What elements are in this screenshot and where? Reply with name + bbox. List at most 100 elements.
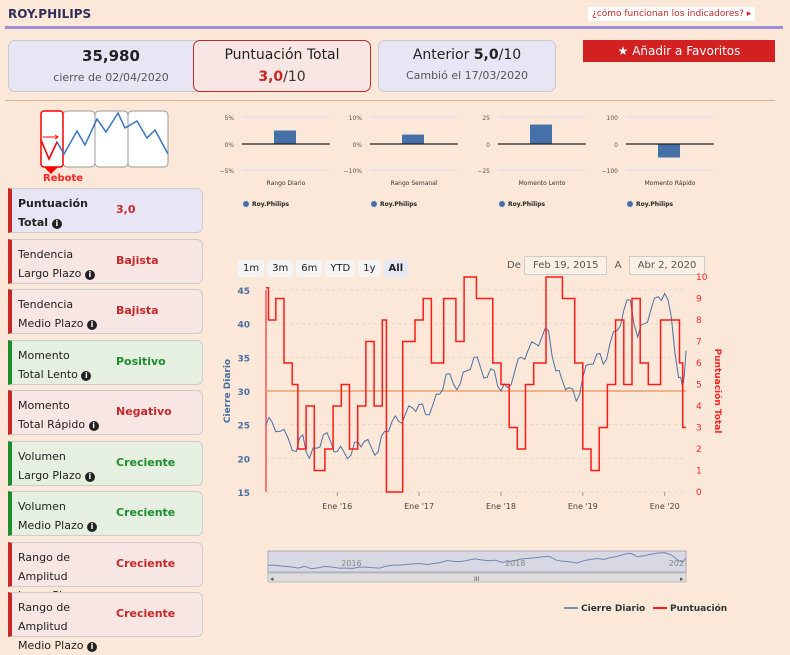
x-tick-label: Ene '16	[322, 502, 352, 511]
indicator-card[interactable]: Momento Total Lento i Positivo	[8, 339, 203, 385]
help-link[interactable]: ¿cómo funcionan los indicadores? ▸	[588, 7, 756, 21]
indicator-card[interactable]: Volumen Largo Plazo i Creciente	[8, 440, 203, 486]
y-tick-label: 5%	[224, 115, 234, 122]
x-category-label: Rango Diario	[267, 180, 306, 187]
indicator-sublabel: Medio Plazo	[18, 639, 84, 652]
add-favorites-button[interactable]: ★ Añadir a Favoritos	[583, 40, 775, 62]
legend-label: Puntuación	[670, 603, 727, 614]
indicator-label: Momento	[18, 348, 70, 362]
indicator-sublabel: Medio Plazo	[18, 519, 84, 532]
page-title: ROY.PHILIPS	[8, 7, 92, 21]
indicator-card[interactable]: Volumen Medio Plazo i Creciente	[8, 491, 203, 536]
info-icon[interactable]: i	[84, 471, 95, 482]
y-tick-label: 0%	[352, 142, 362, 149]
indicator-card[interactable]: Momento Total Rápido i Negativo	[8, 390, 203, 435]
scroll-right-icon: ▸	[680, 575, 684, 583]
indicator-value: Creciente	[116, 607, 176, 620]
indicator-sublabel: Largo Plazo	[18, 468, 82, 482]
x-category-label: Momento Lento	[519, 180, 566, 187]
info-icon[interactable]: i	[51, 219, 62, 229]
indicator-value: Negativo	[116, 405, 172, 418]
y-tick-label: 0	[486, 142, 490, 149]
x-tick-label: Ene '20	[650, 502, 680, 511]
bar	[658, 144, 680, 158]
y2-tick-label: 5	[696, 381, 702, 391]
legend-label: Roy.Philips	[252, 201, 290, 208]
y2-tick-label: 2	[696, 445, 702, 455]
bar	[530, 124, 552, 144]
y-tick-label: 100	[607, 115, 619, 122]
y2-tick-label: 0	[696, 488, 702, 498]
legend-marker	[627, 201, 633, 207]
y-tick-label: 25	[237, 422, 250, 432]
info-icon[interactable]: i	[84, 269, 95, 280]
score-max: /10	[283, 69, 306, 85]
y-tick-label: −10%	[344, 168, 363, 175]
prev-max: /10	[498, 47, 522, 63]
y-tick-label: −25	[477, 168, 490, 175]
indicator-card[interactable]: Tendencia Largo Plazo i Bajista	[8, 238, 203, 284]
indicator-value: Creciente	[116, 455, 176, 469]
x-category-label: Momento Rápido	[645, 180, 696, 187]
info-icon[interactable]: i	[81, 370, 92, 381]
mini-bar-chart: 100 0 −100 Momento Rápido Roy.Philips	[602, 115, 714, 208]
indicator-card[interactable]: Puntuación Total i 3,0	[8, 188, 203, 233]
y-tick-label: 25	[482, 115, 490, 122]
y2-tick-label: 1	[696, 467, 702, 477]
y2-tick-label: 7	[696, 338, 702, 348]
indicator-label: Rango de Amplitud	[18, 550, 71, 583]
y-tick-label: 0%	[224, 142, 234, 149]
legend-label: Roy.Philips	[380, 201, 418, 208]
info-icon[interactable]: i	[86, 522, 97, 532]
bar	[402, 134, 424, 144]
close-price-line	[265, 292, 687, 460]
score-line	[266, 276, 686, 493]
navigator-label: 202	[669, 559, 684, 568]
mini-bar-chart: 5% 0% −5% Rango Diario Roy.Philips	[219, 115, 330, 208]
y-tick-label: 20	[237, 455, 250, 465]
indicator-label: Tendencia	[18, 247, 74, 261]
mini-bar-chart: 25 0 −25 Momento Lento Roy.Philips	[477, 115, 586, 208]
legend-marker	[243, 201, 249, 207]
star-icon: ★	[617, 44, 629, 58]
prev-value: 5,0	[473, 47, 499, 63]
indicator-card[interactable]: Rango de AmplitudLargo Plazo iCreciente	[8, 541, 203, 602]
y-tick-label: 35	[237, 354, 250, 364]
indicator-value: 3,0	[116, 203, 136, 216]
x-tick-label: Ene '19	[568, 502, 598, 511]
legend-label: Cierre Diario	[581, 604, 645, 614]
scroll-left-icon: ◂	[270, 575, 274, 583]
prev-label: Anterior	[412, 47, 470, 63]
close-value: 35,980	[82, 47, 140, 65]
y-tick-label: −100	[602, 168, 619, 175]
legend-label: Roy.Philips	[636, 201, 674, 208]
indicator-sublabel: Total Rápido	[18, 418, 86, 431]
indicator-label: Volumen	[18, 500, 66, 513]
y-tick-label: 30	[237, 388, 250, 398]
y-axis-title: Cierre Diario	[223, 359, 233, 423]
changed-label: Cambió el 17/03/2020	[405, 69, 529, 82]
indicator-label: Puntuación	[18, 197, 88, 210]
indicator-card[interactable]: Tendencia Medio Plazo i Bajista	[8, 289, 203, 334]
previous-box: Anterior 5,0/10 Cambió el 17/03/2020	[378, 40, 556, 92]
y2-tick-label: 4	[696, 402, 702, 412]
y2-axis-title: Puntuación Total	[712, 349, 723, 434]
divider	[5, 26, 783, 29]
indicator-value: Creciente	[116, 506, 176, 519]
y-tick-label: 40	[237, 321, 250, 331]
info-icon[interactable]: i	[86, 320, 97, 330]
info-icon[interactable]: i	[86, 642, 97, 652]
legend-label: Roy.Philips	[508, 201, 546, 208]
indicator-sublabel: Largo Plazo	[18, 266, 82, 280]
indicator-label: Tendencia	[18, 298, 74, 311]
indicator-label: Rango de Amplitud	[18, 601, 71, 633]
info-icon[interactable]: i	[88, 421, 99, 431]
indicator-value: Bajista	[116, 253, 159, 267]
mini-bar-chart: 10% 0% −10% Rango Semanal Roy.Philips	[344, 115, 458, 208]
close-label: cierre de 02/04/2020	[53, 71, 169, 84]
y2-tick-label: 9	[696, 295, 702, 305]
pattern-frame	[127, 110, 169, 168]
indicator-card[interactable]: Rango de Amplitud Medio Plazo i Creciente	[8, 592, 203, 652]
score-value: 3,0	[258, 69, 284, 85]
y-tick-label: −5%	[219, 168, 234, 175]
